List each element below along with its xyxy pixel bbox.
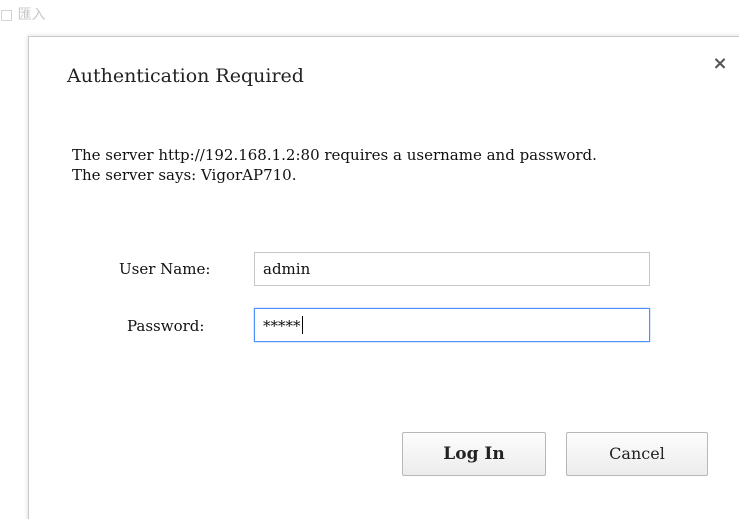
dialog-title: Authentication Required <box>67 65 304 87</box>
password-value: ***** <box>263 317 301 335</box>
password-value-wrap: ***** <box>263 316 303 335</box>
cancel-button[interactable]: Cancel <box>566 432 708 476</box>
password-input[interactable]: ***** <box>254 308 650 342</box>
authentication-dialog: Authentication Required × The server htt… <box>28 36 739 519</box>
background-import-link: □ 匯入 <box>0 7 46 23</box>
username-label: User Name: <box>119 260 211 278</box>
login-button[interactable]: Log In <box>402 432 546 476</box>
close-icon[interactable]: × <box>711 55 729 73</box>
page: □ 匯入 Authentication Required × The serve… <box>0 0 739 519</box>
username-input[interactable]: admin <box>254 252 650 286</box>
message-line-realm: The server says: VigorAP710. <box>72 166 297 184</box>
dialog-message: The server http://192.168.1.2:80 require… <box>72 145 597 185</box>
username-value: admin <box>263 260 311 278</box>
text-caret <box>301 316 303 334</box>
password-label: Password: <box>127 317 205 335</box>
message-line-server: The server http://192.168.1.2:80 require… <box>72 146 597 164</box>
